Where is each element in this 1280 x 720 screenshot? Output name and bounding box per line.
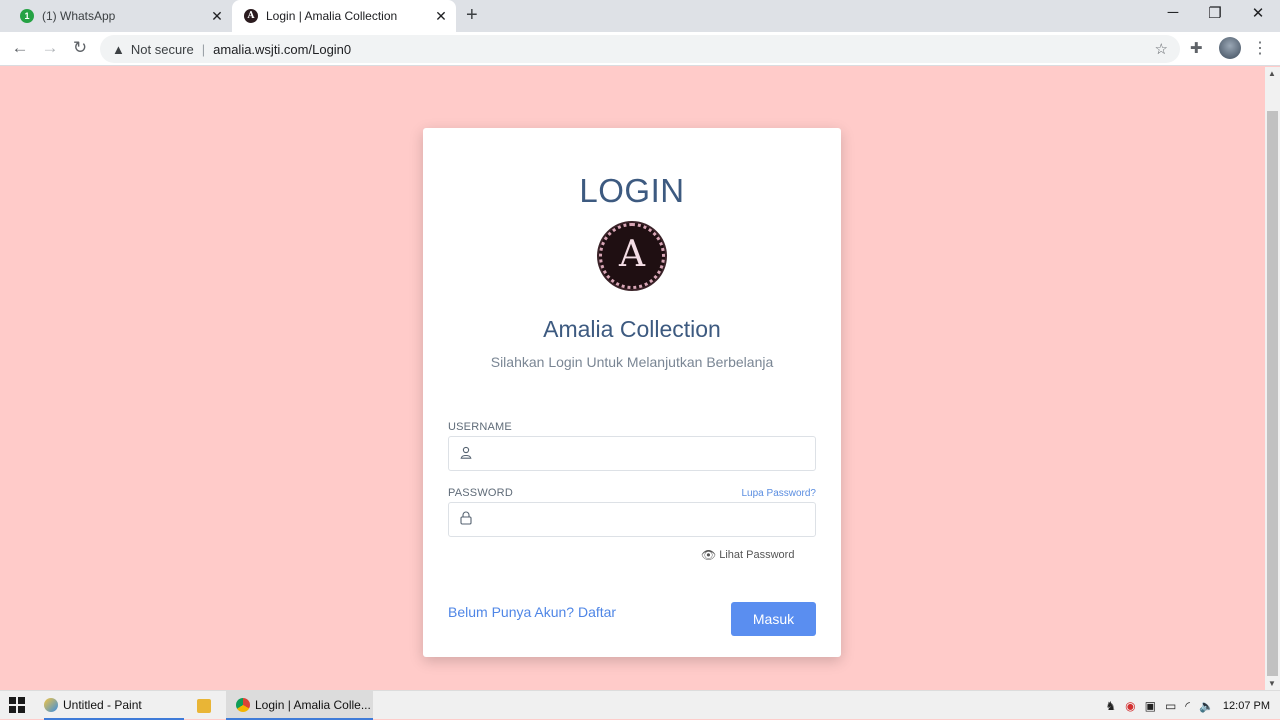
show-password-toggle[interactable]: 👁 Lihat Password xyxy=(701,548,794,562)
chrome-icon xyxy=(236,697,250,712)
brand-name: Amalia Collection xyxy=(543,316,721,342)
windows-start-icon[interactable] xyxy=(9,697,25,713)
wifi-icon[interactable]: ◜ xyxy=(1185,699,1190,713)
login-card: LOGIN A Amalia Collection Silahkan Login… xyxy=(423,128,841,657)
new-tab-icon[interactable]: + xyxy=(466,4,478,27)
scroll-up-icon[interactable]: ▲ xyxy=(1268,69,1276,78)
address-divider: | xyxy=(201,41,206,57)
restore-icon[interactable]: ❐ xyxy=(1200,4,1230,22)
warning-icon: ▲ xyxy=(112,41,125,57)
page-title: LOGIN xyxy=(579,172,685,209)
close-tab-icon[interactable]: ✕ xyxy=(208,8,226,25)
profile-avatar[interactable] xyxy=(1219,37,1241,59)
page-viewport: LOGIN A Amalia Collection Silahkan Login… xyxy=(0,67,1265,690)
username-input[interactable] xyxy=(483,437,815,470)
password-field-wrap xyxy=(448,502,816,537)
tab-title: Login | Amalia Collection xyxy=(266,9,398,23)
lock-icon xyxy=(449,511,483,528)
whatsapp-favicon-icon: 1 xyxy=(20,9,34,23)
password-input[interactable] xyxy=(483,503,815,536)
show-password-label: Lihat Password xyxy=(719,549,795,561)
amalia-favicon-icon: A xyxy=(244,9,258,23)
tab-strip: 1 (1) WhatsApp ✕ A Login | Amalia Collec… xyxy=(0,0,1280,32)
antivirus-icon[interactable]: ◉ xyxy=(1125,699,1135,713)
scroll-thumb[interactable] xyxy=(1267,111,1278,676)
clock[interactable]: 12:07 PM xyxy=(1223,700,1270,712)
system-tray: ♞ ◉ ▣ ▭ ◜ 🔈 12:07 PM xyxy=(1105,691,1270,720)
user-icon xyxy=(449,446,483,462)
taskbar-item-label: Login | Amalia Colle... xyxy=(255,697,371,712)
register-link[interactable]: Belum Punya Akun? Daftar xyxy=(448,604,616,620)
password-label: PASSWORD xyxy=(448,487,513,499)
brand-logo: A xyxy=(599,223,665,289)
minimize-icon[interactable]: ─ xyxy=(1158,4,1188,21)
address-bar[interactable]: ▲ Not secure | amalia.wsjti.com/Login0 ☆ xyxy=(100,35,1180,63)
reload-icon[interactable]: ↻ xyxy=(69,38,91,58)
taskbar: Untitled - Paint Login | Amalia Colle...… xyxy=(0,690,1280,720)
volume-icon[interactable]: 🔈 xyxy=(1199,699,1214,713)
extensions-icon[interactable]: ✚ xyxy=(1190,39,1203,57)
eye-icon: 👁 xyxy=(701,548,717,562)
close-window-icon[interactable]: ✕ xyxy=(1243,4,1273,22)
file-explorer-icon xyxy=(197,698,211,713)
username-label: USERNAME xyxy=(448,421,512,433)
battery-icon[interactable]: ▭ xyxy=(1165,699,1176,713)
forward-icon[interactable]: → xyxy=(39,38,61,58)
back-icon[interactable]: ← xyxy=(9,38,31,58)
page-scrollbar[interactable]: ▲ ▼ xyxy=(1265,67,1280,690)
security-status[interactable]: Not secure xyxy=(131,42,194,57)
display-icon[interactable]: ▣ xyxy=(1145,699,1156,713)
url-text[interactable]: amalia.wsjti.com/Login0 xyxy=(213,42,351,57)
paint-icon xyxy=(44,697,58,712)
forgot-password-link[interactable]: Lupa Password? xyxy=(742,488,817,499)
taskbar-item-explorer[interactable] xyxy=(197,691,217,720)
login-subtitle: Silahkan Login Untuk Melanjutkan Berbela… xyxy=(490,354,774,370)
browser-toolbar: ← → ↻ ▲ Not secure | amalia.wsjti.com/Lo… xyxy=(0,32,1280,66)
tab-whatsapp[interactable]: 1 (1) WhatsApp ✕ xyxy=(12,0,232,32)
close-tab-icon[interactable]: ✕ xyxy=(432,8,450,25)
username-field-wrap xyxy=(448,436,816,471)
login-button[interactable]: Masuk xyxy=(731,602,816,636)
tray-app-icon[interactable]: ♞ xyxy=(1105,699,1116,713)
taskbar-item-label: Untitled - Paint xyxy=(63,697,142,712)
taskbar-item-chrome[interactable]: Login | Amalia Colle... xyxy=(226,691,373,720)
bookmark-star-icon[interactable]: ☆ xyxy=(1155,40,1168,58)
logo-letter: A xyxy=(619,234,645,275)
scroll-down-icon[interactable]: ▼ xyxy=(1268,679,1276,688)
taskbar-item-paint[interactable]: Untitled - Paint xyxy=(44,691,184,720)
browser-menu-icon[interactable]: ⋮ xyxy=(1252,38,1268,58)
tab-login[interactable]: A Login | Amalia Collection ✕ xyxy=(232,0,456,32)
tab-title: (1) WhatsApp xyxy=(42,9,116,23)
